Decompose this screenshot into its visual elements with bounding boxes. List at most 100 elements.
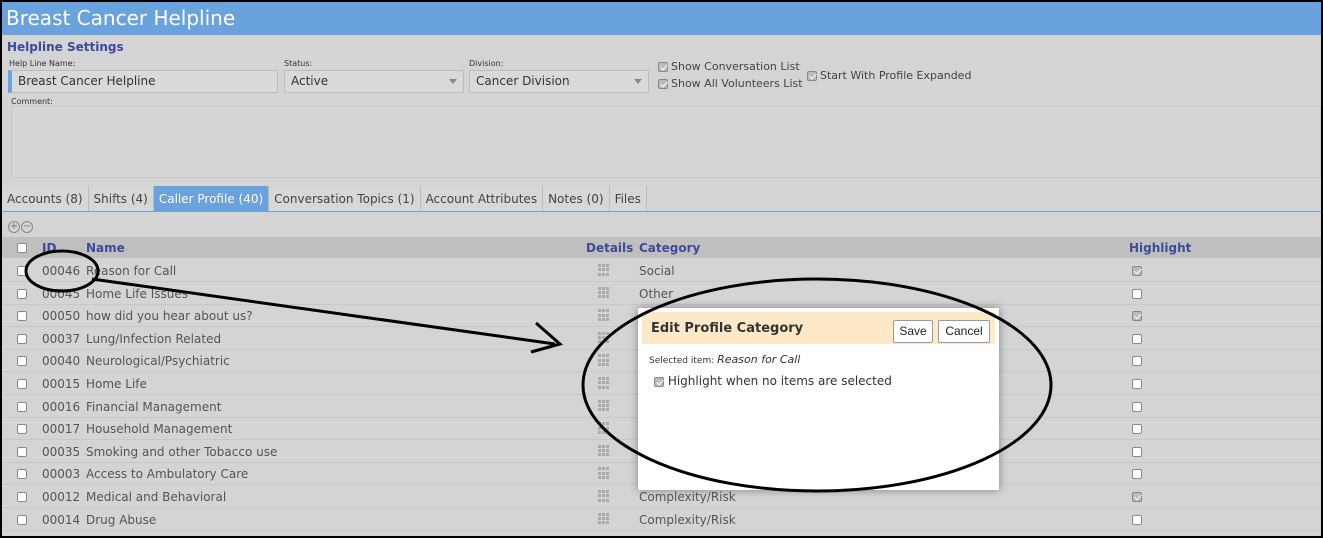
tab-caller-profile[interactable]: Caller Profile (40)	[153, 186, 270, 212]
checkbox-checked-icon[interactable]	[654, 376, 664, 387]
row-checkbox[interactable]	[17, 469, 27, 480]
highlight-option[interactable]: Highlight when no items are selected	[654, 374, 892, 388]
dialog-header: Edit Profile Category Save Cancel	[642, 312, 995, 344]
comment-textarea[interactable]	[11, 106, 1321, 178]
table-row[interactable]: 00046 Reason for Call Social	[2, 260, 1321, 282]
row-checkbox[interactable]	[17, 356, 27, 367]
column-header-id[interactable]: ID	[42, 241, 56, 255]
grid-icon[interactable]	[598, 399, 610, 412]
row-name: Financial Management	[86, 399, 222, 414]
row-checkbox[interactable]	[17, 266, 27, 276]
row-id: 00015	[42, 377, 81, 391]
row-id: 00003	[42, 467, 81, 482]
grid-header: ID Name Details Category Highlight	[2, 237, 1321, 258]
app-title: Breast Cancer Helpline	[2, 2, 1321, 35]
row-checkbox[interactable]	[17, 514, 27, 525]
row-name: Smoking and other Tobacco use	[86, 444, 278, 459]
column-header-name[interactable]: Name	[86, 241, 125, 255]
row-id: 00012	[42, 490, 81, 504]
division-label: Division:	[469, 59, 504, 68]
tab-shifts[interactable]: Shifts (4)	[88, 186, 154, 212]
row-name: Neurological/Psychiatric	[86, 354, 230, 369]
row-checkbox[interactable]	[17, 446, 27, 457]
grid-icon[interactable]	[598, 377, 610, 389]
grid-icon[interactable]	[598, 467, 610, 480]
tab-notes[interactable]: Notes (0)	[543, 186, 610, 212]
tab-accounts[interactable]: Accounts (8)	[2, 186, 89, 212]
row-checkbox[interactable]	[17, 311, 27, 322]
start-profile-expanded-label: Start With Profile Expanded	[820, 69, 972, 82]
row-name: Lung/Infection Related	[86, 331, 222, 346]
cancel-button[interactable]: Cancel	[938, 320, 990, 343]
highlight-unchecked-icon	[1132, 333, 1142, 344]
column-header-highlight[interactable]: Highlight	[1129, 241, 1191, 255]
row-name: Reason for Call	[86, 264, 177, 278]
row-checkbox[interactable]	[17, 424, 27, 435]
checkbox-checked-icon[interactable]	[658, 62, 668, 72]
row-name: how did you hear about us?	[86, 309, 253, 324]
row-checkbox[interactable]	[17, 401, 27, 412]
row-name: Home Life	[86, 377, 147, 391]
row-name: Medical and Behavioral	[86, 490, 227, 504]
highlight-unchecked-icon	[1132, 446, 1142, 457]
chevron-down-icon	[449, 79, 457, 84]
helpline-name-label: Help Line Name:	[9, 59, 76, 68]
tab-conversation-topics[interactable]: Conversation Topics (1)	[269, 186, 421, 212]
column-header-category[interactable]: Category	[639, 241, 700, 255]
row-id: 00016	[42, 399, 81, 414]
status-select[interactable]: Active	[284, 70, 464, 93]
grid-icon[interactable]	[598, 444, 610, 457]
dialog-title: Edit Profile Category	[651, 321, 804, 336]
highlight-checked-icon	[1132, 266, 1142, 276]
save-button[interactable]: Save	[893, 320, 933, 343]
chevron-down-icon	[634, 79, 642, 84]
row-checkbox[interactable]	[17, 379, 27, 389]
highlight-option-label: Highlight when no items are selected	[667, 374, 892, 388]
show-conversation-list-option[interactable]: Show Conversation List	[658, 60, 800, 73]
highlight-unchecked-icon	[1132, 469, 1142, 480]
grid-icon[interactable]	[598, 264, 610, 276]
highlight-checked-icon	[1132, 492, 1142, 502]
comment-label: Comment:	[11, 97, 53, 106]
division-value: Cancer Division	[476, 74, 570, 88]
highlight-checked-icon	[1132, 311, 1142, 322]
row-category: Social	[639, 264, 675, 278]
division-select[interactable]: Cancer Division	[469, 70, 649, 93]
tab-files[interactable]: Files	[609, 186, 647, 212]
highlight-unchecked-icon	[1132, 379, 1142, 389]
highlight-unchecked-icon	[1132, 514, 1142, 525]
row-checkbox[interactable]	[17, 333, 27, 344]
show-all-volunteers-option[interactable]: Show All Volunteers List	[658, 77, 803, 90]
row-checkbox[interactable]	[17, 492, 27, 502]
tab-bar: Accounts (8) Shifts (4) Caller Profile (…	[2, 186, 647, 212]
row-checkbox[interactable]	[17, 288, 27, 299]
row-id: 00045	[42, 286, 81, 301]
start-profile-expanded-option[interactable]: Start With Profile Expanded	[807, 69, 971, 82]
checkbox-checked-icon[interactable]	[807, 71, 817, 81]
grid-icon[interactable]	[598, 354, 610, 367]
row-category: Complexity/Risk	[639, 512, 736, 527]
highlight-unchecked-icon	[1132, 424, 1142, 435]
tab-divider	[2, 211, 1321, 212]
select-all-checkbox[interactable]	[17, 243, 27, 253]
helpline-name-input[interactable]: Breast Cancer Helpline	[8, 70, 278, 93]
grid-icon[interactable]	[598, 422, 610, 434]
column-header-details[interactable]: Details	[586, 241, 633, 255]
grid-icon[interactable]	[598, 286, 610, 299]
grid-icon[interactable]	[598, 512, 610, 525]
edit-profile-category-dialog: Edit Profile Category Save Cancel Select…	[638, 308, 999, 490]
table-row[interactable]: 00014 Drug Abuse Complexity/Risk	[2, 509, 1321, 531]
selected-item-label: Selected item: Reason for Call	[649, 353, 800, 366]
grid-icon[interactable]	[598, 490, 610, 502]
grid-icon[interactable]	[598, 331, 610, 344]
tab-account-attributes[interactable]: Account Attributes	[420, 186, 544, 212]
selected-item-prefix: Selected item:	[649, 356, 715, 366]
status-label: Status:	[284, 59, 313, 68]
minus-circle-icon[interactable]: −	[21, 221, 33, 233]
row-name: Household Management	[86, 422, 233, 437]
table-row[interactable]: 00045 Home Life Issues Other	[2, 283, 1321, 305]
checkbox-checked-icon[interactable]	[658, 79, 668, 89]
highlight-unchecked-icon	[1132, 356, 1142, 367]
plus-circle-icon[interactable]: +	[8, 221, 20, 233]
grid-icon[interactable]	[598, 309, 610, 321]
